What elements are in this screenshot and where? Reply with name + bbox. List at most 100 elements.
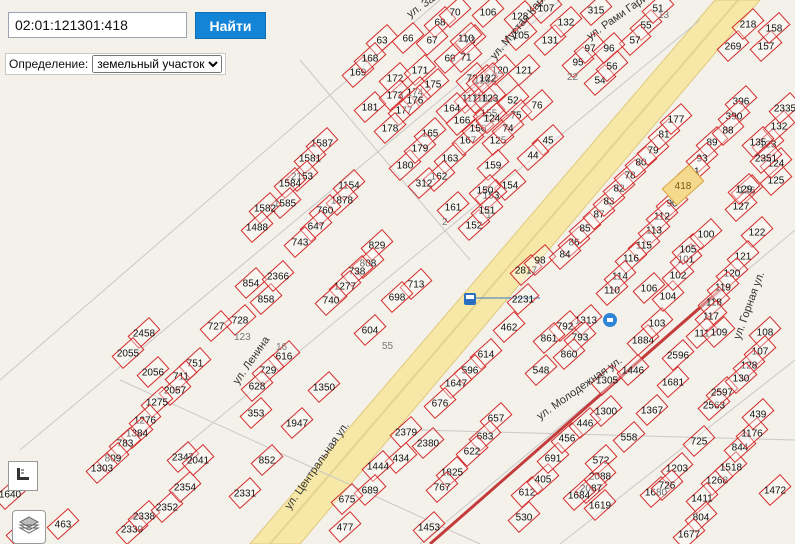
parcel-number: 131 xyxy=(542,36,559,47)
parcel-number: 622 xyxy=(464,447,481,458)
parcel-number: 106 xyxy=(641,284,658,295)
parcel-number: 405 xyxy=(535,475,552,486)
parcel-number: 2055 xyxy=(117,349,140,360)
parcel-number: 179 xyxy=(412,144,429,155)
parcel-number: 102 xyxy=(670,271,687,282)
parcel-number: 725 xyxy=(691,437,708,448)
parcel-number: 1684 xyxy=(568,491,591,502)
parcel-number: 1582 xyxy=(254,204,277,215)
parcel-number: 70 xyxy=(449,8,461,19)
highlighted-parcel-number: 418 xyxy=(675,181,692,192)
parcel-number: 689 xyxy=(362,486,379,497)
parcel-number: 614 xyxy=(478,350,495,361)
parcel-number: 691 xyxy=(545,454,562,465)
parcel-number: 74 xyxy=(502,124,514,135)
parcel-number: 104 xyxy=(660,292,677,303)
parcel-number: 122 xyxy=(749,228,766,239)
bus-stop-icon[interactable] xyxy=(464,293,476,305)
parcel-number: 1444 xyxy=(367,462,390,473)
parcel-number: 861 xyxy=(541,334,558,345)
parcel-number: 558 xyxy=(621,433,638,444)
parcel-number: 158 xyxy=(766,24,783,35)
parcel-number: 1647 xyxy=(445,379,468,390)
parcel-number: 181 xyxy=(362,103,379,114)
parcel-number: 604 xyxy=(362,326,379,337)
cadastral-map[interactable]: 6867631691681721717066736918117717317417… xyxy=(0,0,795,544)
quarter-label: 22 xyxy=(567,72,579,83)
parcel-number: 124 xyxy=(484,114,501,125)
parcel-number: 312 xyxy=(416,179,433,190)
parcel-number: 1681 xyxy=(662,378,685,389)
parcel-number: 2351 xyxy=(755,154,778,165)
parcel-number: 728 xyxy=(232,316,249,327)
parcel-number: 727 xyxy=(208,322,225,333)
measure-button[interactable] xyxy=(8,461,38,491)
parcel-number: 1640 xyxy=(0,490,22,501)
parcel-number: 63 xyxy=(376,36,388,47)
parcel-number: 477 xyxy=(337,523,354,534)
ruler-icon xyxy=(15,466,31,487)
parcel-number: 218 xyxy=(740,20,757,31)
mode-label: Определение: xyxy=(9,57,89,71)
parcel-number: 129 xyxy=(736,185,753,196)
parcel-number: 1518 xyxy=(720,463,743,474)
parcel-number: 860 xyxy=(561,350,578,361)
parcel-number: 178 xyxy=(382,124,399,135)
parcel-number: 76 xyxy=(531,101,543,112)
parcel-number: 150 xyxy=(477,186,494,197)
parcel-number: 100 xyxy=(698,230,715,241)
parcel-number: 168 xyxy=(362,54,379,65)
parcel-number: 109 xyxy=(711,328,728,339)
mode-selector-row: Определение: земельный участок xyxy=(5,53,227,75)
parcel-number: 1472 xyxy=(764,486,787,497)
parcel-number: 2041 xyxy=(187,456,210,467)
parcel-number: 1947 xyxy=(286,419,309,430)
cafe-icon[interactable] xyxy=(603,313,617,327)
parcel-number: 315 xyxy=(588,6,605,17)
parcel-number: 852 xyxy=(259,456,276,467)
mode-select[interactable]: земельный участок xyxy=(92,55,223,73)
parcel-number: 743 xyxy=(292,238,309,249)
layers-button[interactable] xyxy=(12,510,46,544)
quarter-label: 2 xyxy=(442,217,448,228)
parcel-number: 157 xyxy=(758,42,775,53)
cadastral-search-input[interactable] xyxy=(8,12,187,38)
parcel-number: 2231 xyxy=(512,295,535,306)
parcel-number: 130 xyxy=(733,374,750,385)
parcel-number: 127 xyxy=(733,202,750,213)
parcel-number: 110 xyxy=(604,286,620,297)
parcel-number: 45 xyxy=(542,136,554,147)
parcel-number: 177 xyxy=(668,115,685,126)
parcel-number: 647 xyxy=(308,222,325,233)
parcel-number: 2331 xyxy=(234,489,257,500)
parcel-number: 135 xyxy=(750,138,767,149)
parcel-number: 854 xyxy=(243,279,260,290)
parcel-number: 1619 xyxy=(589,501,612,512)
find-button[interactable]: Найти xyxy=(195,12,266,39)
parcel-number: 548 xyxy=(533,366,550,377)
parcel-number: 713 xyxy=(408,280,425,291)
quarter-label: 13 xyxy=(658,10,670,21)
parcel-number: 88 xyxy=(722,126,734,137)
parcel-number: 66 xyxy=(402,34,414,45)
layers-icon xyxy=(18,515,40,540)
parcel-number: 2056 xyxy=(142,368,165,379)
parcel-number: 1488 xyxy=(246,223,269,234)
parcel-number: 434 xyxy=(393,454,410,465)
parcel-number: 2380 xyxy=(417,439,440,450)
parcel-number: 105 xyxy=(680,245,697,256)
parcel-number: 1303 xyxy=(91,464,114,475)
parcel-number: 530 xyxy=(516,513,533,524)
parcel-number: 2597 xyxy=(711,388,734,399)
parcel-number: 71 xyxy=(460,53,472,64)
parcel-number: 462 xyxy=(501,323,518,334)
parcel-number: 628 xyxy=(249,382,266,393)
parcel-number: 456 xyxy=(559,434,576,445)
parcel-number: 121 xyxy=(516,66,533,77)
parcel-number: 446 xyxy=(577,419,594,430)
parcel-number: 110 xyxy=(458,34,474,45)
parcel-number: 675 xyxy=(339,495,356,506)
parcel-number: 698 xyxy=(389,293,406,304)
quarter-label: 123 xyxy=(234,332,251,343)
parcel-number: 1176 xyxy=(741,429,763,440)
